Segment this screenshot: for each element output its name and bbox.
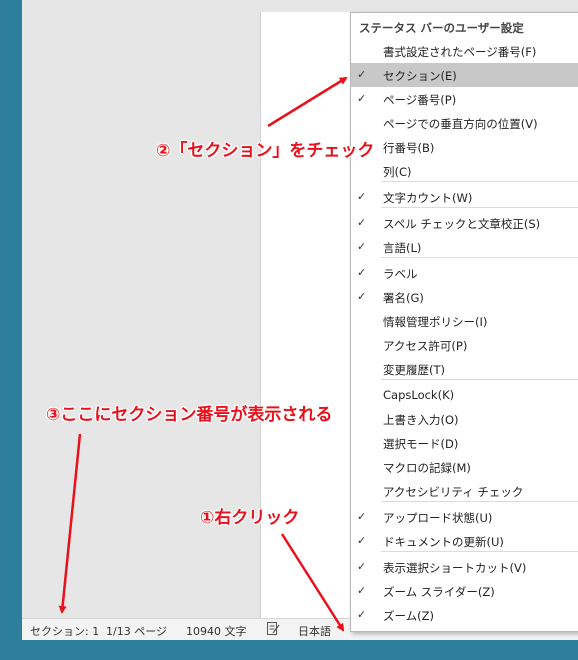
annotation-step1: ①右クリック	[200, 508, 300, 528]
arrow-step1	[280, 533, 345, 632]
arrow-step2	[267, 76, 348, 128]
annotation-arrows	[58, 76, 348, 632]
arrow-step3	[58, 433, 82, 614]
annotation-step3: ③ここにセクション番号が表示される	[46, 405, 333, 425]
annotation-step2: ②「セクション」をチェック	[156, 141, 375, 161]
